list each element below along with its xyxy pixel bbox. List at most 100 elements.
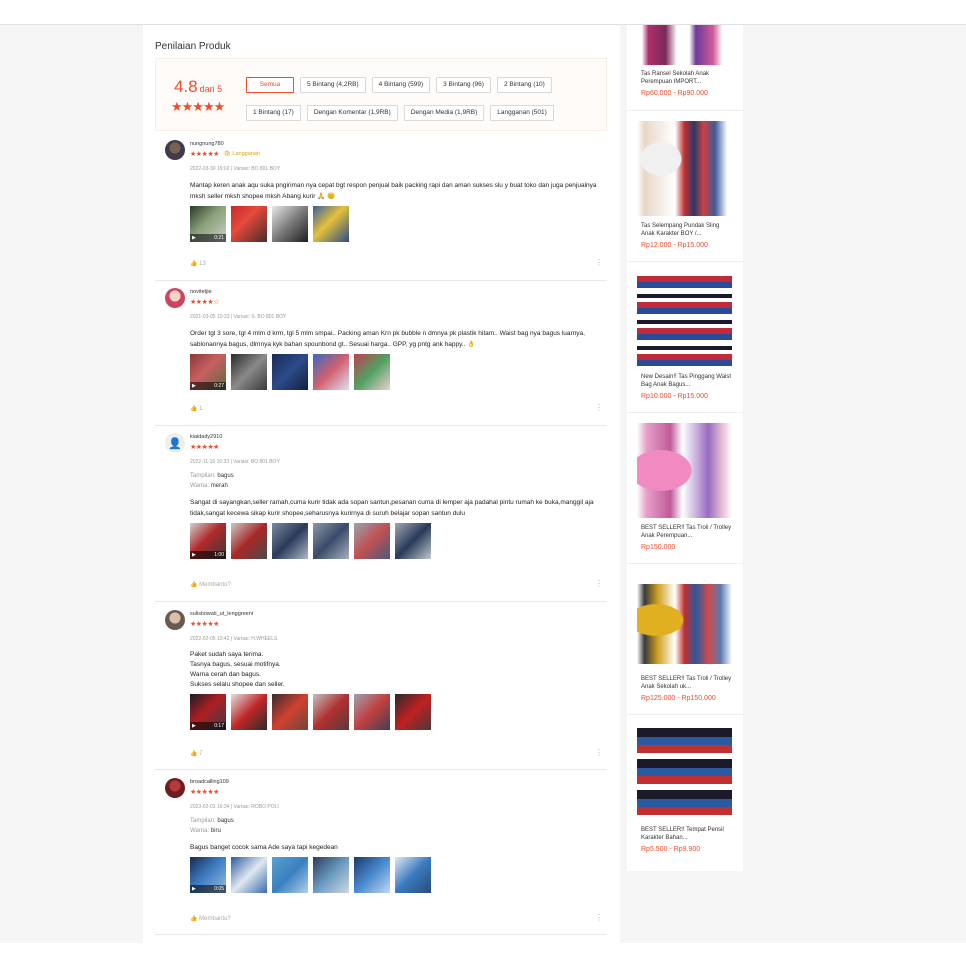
review-video[interactable]: ▶ 0:21 xyxy=(190,206,226,242)
review-video[interactable]: ▶ 1:00 xyxy=(190,523,226,559)
review-photo[interactable] xyxy=(313,354,349,390)
review-username[interactable]: nungnung780 xyxy=(190,140,600,148)
review-meta: 2022-11-16 10:33 | Variasi: BO 801 BOY xyxy=(190,459,280,465)
review-photo[interactable] xyxy=(231,857,267,893)
filter-3-stars[interactable]: 3 Bintang (96) xyxy=(436,77,491,93)
comment-line: Sukses selalu shopee dan seller. xyxy=(190,681,285,688)
review-video[interactable]: ▶ 0:05 xyxy=(190,857,226,893)
avatar[interactable] xyxy=(165,288,185,308)
review-photo[interactable] xyxy=(313,206,349,242)
product-card[interactable]: Tas Selempang Pundak Sling Anak Karakter… xyxy=(627,111,743,262)
review-photo[interactable] xyxy=(354,354,390,390)
product-card[interactable]: New Desain!! Tas Pinggang Waist Bag Anak… xyxy=(627,262,743,413)
review-photo[interactable] xyxy=(231,354,267,390)
like-button[interactable]: 👍 7 xyxy=(190,750,203,757)
review-body: sulistiowati_ut_lenggreeni ★★★★★ 2022-02… xyxy=(190,610,600,730)
avatar[interactable] xyxy=(165,778,185,798)
product-card[interactable]: BEST SELLER!! Tempat Pensil Karakter Bah… xyxy=(627,715,743,871)
product-price: Rp5.500 - Rp9.900 xyxy=(641,846,701,853)
review-photo[interactable] xyxy=(272,523,308,559)
product-name[interactable]: BEST SELLER!! Tempat Pensil Karakter Bah… xyxy=(641,826,733,842)
review-username[interactable]: sulistiowati_ut_lenggreeni xyxy=(190,610,600,618)
vertical-dots-icon[interactable]: ⋮ xyxy=(595,748,603,757)
filter-2-stars[interactable]: 2 Bintang (10) xyxy=(496,77,552,93)
review-photo[interactable] xyxy=(231,694,267,730)
like-button[interactable]: 👍 Membantu? xyxy=(190,581,231,588)
review-photo[interactable] xyxy=(272,354,308,390)
vertical-dots-icon[interactable]: ⋮ xyxy=(595,403,603,412)
product-image[interactable] xyxy=(637,272,732,367)
review-body: novitetjie ★★★★☆ 2021-03-05 10:33 | Vari… xyxy=(190,288,600,390)
product-card[interactable]: BEST SELLER!! Tas Troli / Trolley Anak S… xyxy=(627,564,743,715)
video-bar: ▶ 0:21 xyxy=(190,234,226,242)
product-name[interactable]: BEST SELLER!! Tas Troli / Trolley Anak P… xyxy=(641,524,733,540)
review-photo[interactable] xyxy=(313,694,349,730)
product-card[interactable]: Tas Ransel Sekolah Anak Perempuan IMPORT… xyxy=(627,25,743,111)
video-bar: ▶ 0:27 xyxy=(190,382,226,390)
review-body: nungnung780 ★★★★★ 🛍 Langganan 2022-03-30… xyxy=(190,140,600,242)
review-username[interactable]: broadcalling109 xyxy=(190,778,600,786)
product-image[interactable] xyxy=(637,25,732,65)
vertical-dots-icon[interactable]: ⋮ xyxy=(595,579,603,588)
product-name[interactable]: BEST SELLER!! Tas Troli / Trolley Anak S… xyxy=(641,675,733,691)
review-comment: Order tgl 3 sore, tgl 4 mlm d krm, tgl 5… xyxy=(190,330,585,348)
review-photo[interactable] xyxy=(395,857,431,893)
review-video[interactable]: ▶ 0:17 xyxy=(190,694,226,730)
review-photo[interactable] xyxy=(272,857,308,893)
product-image[interactable] xyxy=(637,121,732,216)
like-button[interactable]: 👍 1 xyxy=(190,405,203,412)
review-photo[interactable] xyxy=(354,857,390,893)
thumb-up-icon: 👍 xyxy=(190,582,198,588)
review-variant-color: Warna: merah xyxy=(190,483,600,489)
product-image[interactable] xyxy=(637,423,732,518)
review-meta: 2023-02-01 16:34 | Variasi: ROBO POLI xyxy=(190,804,279,810)
product-image[interactable] xyxy=(637,584,732,664)
like-count: 7 xyxy=(199,751,203,757)
review-photo[interactable] xyxy=(313,857,349,893)
filter-4-stars[interactable]: 4 Bintang (599) xyxy=(371,77,431,93)
like-button[interactable]: 👍 13 xyxy=(190,260,206,267)
review-username[interactable]: novitetjie xyxy=(190,288,600,296)
review-photo[interactable] xyxy=(395,694,431,730)
review-photo[interactable] xyxy=(231,206,267,242)
review-item: 👤 kiaidady2910 ★★★★★ 2022-11-16 10:33 | … xyxy=(155,433,607,602)
product-price: Rp125.000 - Rp150.000 xyxy=(641,695,716,702)
product-card[interactable]: BEST SELLER!! Tas Troli / Trolley Anak P… xyxy=(627,413,743,564)
product-name[interactable]: Tas Selempang Pundak Sling Anak Karakter… xyxy=(641,222,733,238)
review-stars: ★★★★★ xyxy=(190,789,219,796)
filter-5-stars[interactable]: 5 Bintang (4,2RB) xyxy=(300,77,366,93)
top-bar xyxy=(0,0,966,25)
avatar[interactable] xyxy=(165,140,185,160)
review-media: ▶ 0:17 xyxy=(190,694,600,730)
review-body: kiaidady2910 ★★★★★ 2022-11-16 10:33 | Va… xyxy=(190,433,600,559)
avatar[interactable]: 👤 xyxy=(165,433,185,453)
filter-with-media[interactable]: Dengan Media (1,9RB) xyxy=(403,105,485,121)
filter-subscriber[interactable]: Langganan (501) xyxy=(490,105,554,121)
rating-filters: Semua 5 Bintang (4,2RB) 4 Bintang (599) … xyxy=(246,77,601,121)
product-name[interactable]: New Desain!! Tas Pinggang Waist Bag Anak… xyxy=(641,373,733,389)
review-username[interactable]: kiaidady2910 xyxy=(190,433,600,441)
review-photo[interactable] xyxy=(354,694,390,730)
filter-1-star[interactable]: 1 Bintang (17) xyxy=(246,105,301,121)
comment-line: Warna cerah dan bagus. xyxy=(190,671,261,678)
review-photo[interactable] xyxy=(395,523,431,559)
vertical-dots-icon[interactable]: ⋮ xyxy=(595,913,603,922)
filter-with-comment[interactable]: Dengan Komentar (1,9RB) xyxy=(306,105,398,121)
review-photo[interactable] xyxy=(231,523,267,559)
video-camera-icon: ▶ xyxy=(192,552,196,558)
review-media: ▶ 0:05 xyxy=(190,857,600,893)
review-photo[interactable] xyxy=(354,523,390,559)
like-button[interactable]: 👍 Membantu? xyxy=(190,915,231,922)
review-photo[interactable] xyxy=(313,523,349,559)
vertical-dots-icon[interactable]: ⋮ xyxy=(595,258,603,267)
review-video[interactable]: ▶ 0:27 xyxy=(190,354,226,390)
video-duration: 0:21 xyxy=(214,235,224,241)
review-photo[interactable] xyxy=(272,694,308,730)
filter-all[interactable]: Semua xyxy=(246,77,294,93)
avatar[interactable] xyxy=(165,610,185,630)
product-image[interactable] xyxy=(637,725,732,820)
reviews-panel: Penilaian Produk 4.8 dari 5 ★★★★★ Semua 5… xyxy=(143,25,620,943)
review-photo[interactable] xyxy=(272,206,308,242)
product-name[interactable]: Tas Ransel Sekolah Anak Perempuan IMPORT… xyxy=(641,70,733,86)
review-stars: ★★★★★ xyxy=(190,151,219,158)
